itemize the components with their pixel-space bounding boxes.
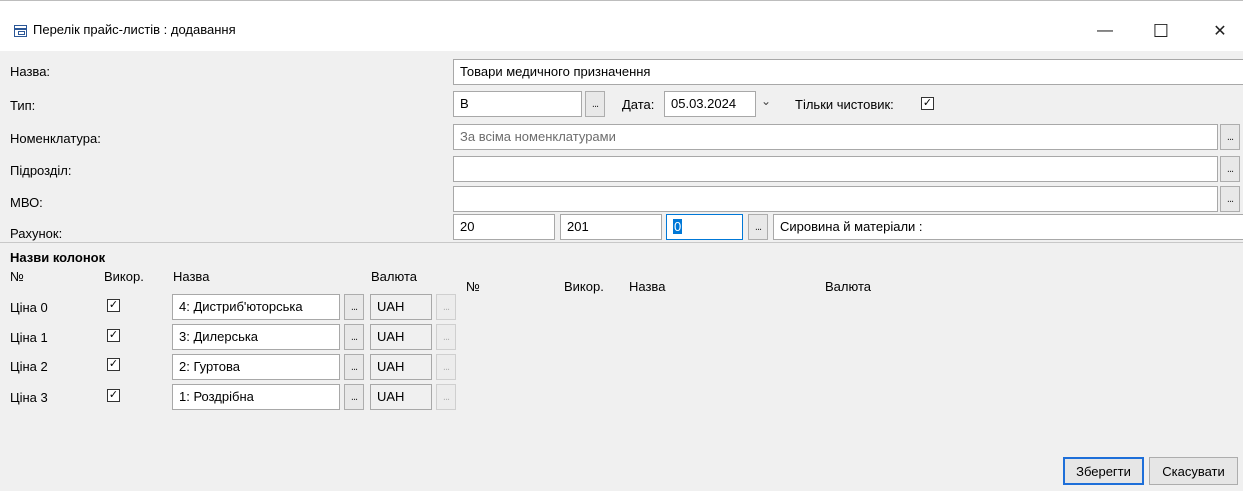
account-field-3[interactable]: 0 [666,214,743,240]
column-header-currency-right: Валюта [825,279,871,294]
save-button[interactable]: Зберегти [1063,457,1144,485]
nomenclature-select-button[interactable]: ... [1220,124,1240,150]
price-row-currency-select-button: ... [436,354,456,380]
chevron-down-icon[interactable]: ⌄ [761,94,771,108]
division-field[interactable] [453,156,1218,182]
price-row-use-checkbox[interactable]: ✓ [107,299,120,312]
type-select-button[interactable]: ... [585,91,605,117]
name-label: Назва: [10,64,51,79]
drafts-only-checkbox[interactable]: ✓ [921,97,934,110]
price-row-currency-select-button: ... [436,324,456,350]
column-header-name-right: Назва [629,279,666,294]
division-label: Підрозділ: [10,163,72,178]
window-top-border [0,0,1243,1]
account-label: Рахунок: [10,226,63,241]
checkmark-icon: ✓ [108,358,119,370]
price-row-currency-select-button: ... [436,294,456,320]
checkmark-icon: ✓ [108,329,119,341]
window-icon [14,25,27,37]
price-row-use-checkbox[interactable]: ✓ [107,358,120,371]
maximize-button[interactable]: ☐ [1138,14,1184,48]
price-row-use-checkbox[interactable]: ✓ [107,329,120,342]
price-row-name-field[interactable]: 2: Гуртова [172,354,340,380]
price-row-label: Ціна 0 [10,300,48,315]
column-header-use-right: Викор. [564,279,604,294]
column-header-use: Викор. [104,269,144,284]
nomenclature-label: Номенклатура: [10,131,101,146]
price-row-name-field[interactable]: 4: Дистриб'юторська [172,294,340,320]
price-row-label: Ціна 2 [10,359,48,374]
column-header-currency: Валюта [371,269,417,284]
account-field-2[interactable]: 201 [560,214,662,240]
column-header-name: Назва [173,269,210,284]
cancel-button[interactable]: Скасувати [1149,457,1238,485]
mvo-field[interactable] [453,186,1218,212]
price-row-currency-field: UAH [370,324,432,350]
close-button[interactable]: ✕ [1197,14,1243,48]
column-header-num: № [10,269,24,284]
price-row-label: Ціна 1 [10,330,48,345]
checkmark-icon: ✓ [108,389,119,401]
selected-text: 0 [673,219,683,234]
division-select-button[interactable]: ... [1220,156,1240,182]
nomenclature-field[interactable]: За всіма номенклатурами [453,124,1218,150]
account-select-button[interactable]: ... [748,214,768,240]
account-description: Сировина й матеріали : [773,214,1243,240]
price-row-name-select-button[interactable]: ... [344,324,364,350]
price-row-name-field[interactable]: 3: Дилерська [172,324,340,350]
price-row-currency-field: UAH [370,354,432,380]
price-row-label: Ціна 3 [10,390,48,405]
minimize-button[interactable]: — [1082,14,1128,48]
price-row-name-select-button[interactable]: ... [344,354,364,380]
window-title: Перелік прайс-листів : додавання [33,22,236,37]
mvo-select-button[interactable]: ... [1220,186,1240,212]
date-label: Дата: [622,97,655,112]
price-row-name-select-button[interactable]: ... [344,294,364,320]
price-row-use-checkbox[interactable]: ✓ [107,389,120,402]
drafts-only-label: Тільки чистовик: [795,97,894,112]
date-field[interactable]: 05.03.2024 [664,91,756,117]
section-divider [0,242,1243,243]
price-row-name-select-button[interactable]: ... [344,384,364,410]
column-header-num-right: № [466,279,480,294]
columns-section-title: Назви колонок [10,250,106,265]
price-row-currency-field: UAH [370,294,432,320]
price-row-currency-field: UAH [370,384,432,410]
name-field[interactable]: Товари медичного призначення [453,59,1243,85]
type-label: Тип: [10,98,36,113]
type-field[interactable]: В [453,91,582,117]
checkmark-icon: ✓ [922,97,933,109]
price-row-name-field[interactable]: 1: Роздрібна [172,384,340,410]
checkmark-icon: ✓ [108,299,119,311]
account-field-1[interactable]: 20 [453,214,555,240]
mvo-label: МВО: [10,195,43,210]
price-row-currency-select-button: ... [436,384,456,410]
